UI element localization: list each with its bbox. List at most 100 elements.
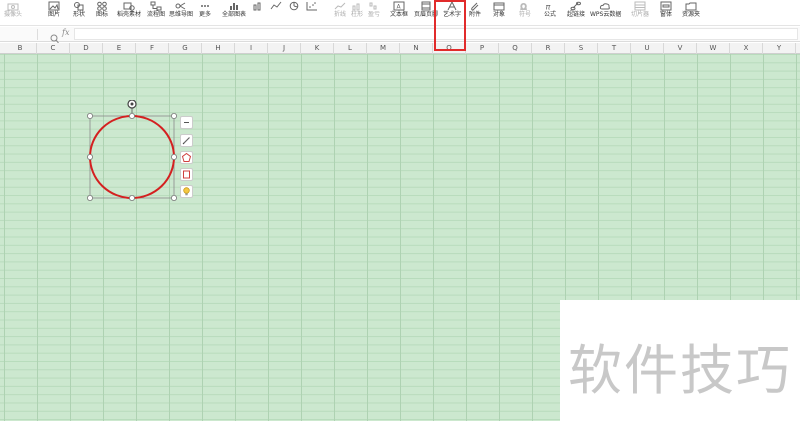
- column-header-v[interactable]: V: [664, 43, 697, 54]
- column-header-h[interactable]: H: [202, 43, 235, 54]
- shape-style-icon[interactable]: [180, 151, 193, 164]
- ribbon-label: 盈亏: [367, 11, 380, 18]
- all-charts-button[interactable]: 全部图表: [220, 0, 248, 25]
- camera-icon: [7, 1, 19, 11]
- hyperlink-icon: [570, 1, 582, 11]
- material-icon: [123, 1, 135, 11]
- ribbon-label: 对象: [492, 11, 505, 18]
- scatter-chart-icon: [306, 1, 318, 11]
- resize-handle-tr[interactable]: [171, 113, 178, 119]
- icons-icon: [96, 1, 108, 11]
- column-chart-button[interactable]: [250, 0, 266, 25]
- resource-button[interactable]: 资源夹: [680, 0, 702, 25]
- column-header-t[interactable]: T: [598, 43, 631, 54]
- pie-chart-button[interactable]: [286, 0, 302, 25]
- column-header-x[interactable]: X: [730, 43, 763, 54]
- ellipse-shape[interactable]: [87, 100, 178, 202]
- column-header-e[interactable]: E: [103, 43, 136, 54]
- resize-handle-r[interactable]: [171, 154, 178, 161]
- svg-text:A: A: [397, 4, 402, 11]
- column-header-n[interactable]: N: [400, 43, 433, 54]
- column-header-w[interactable]: W: [697, 43, 730, 54]
- flowchart-icon: [150, 1, 162, 11]
- column-header-q[interactable]: Q: [499, 43, 532, 54]
- formula-button[interactable]: π 公式: [540, 0, 560, 25]
- ribbon-label: 切片器: [630, 11, 649, 18]
- hyperlink-button[interactable]: 超链接: [566, 0, 586, 25]
- ribbon-label: 柱形: [350, 11, 363, 18]
- column-header-j[interactable]: J: [268, 43, 301, 54]
- column-header-c[interactable]: C: [37, 43, 70, 54]
- cloud-data-button[interactable]: WPS云数据: [590, 0, 622, 25]
- form-button[interactable]: 窗体: [656, 0, 676, 25]
- resize-handle-tl[interactable]: [87, 113, 93, 119]
- image-button[interactable]: 图片: [44, 0, 64, 25]
- cloud-data-icon: [599, 1, 611, 11]
- column-header-f[interactable]: F: [136, 43, 169, 54]
- resize-handle-l[interactable]: [87, 154, 93, 161]
- sparkline-column-icon: [351, 1, 363, 11]
- column-header-k[interactable]: K: [301, 43, 334, 54]
- lightbulb-icon[interactable]: [180, 185, 193, 198]
- resize-handle-b[interactable]: [129, 195, 136, 202]
- watermark-panel: 软件技巧: [560, 300, 800, 421]
- column-header-u[interactable]: U: [631, 43, 664, 54]
- line-chart-button[interactable]: [268, 0, 284, 25]
- resize-handle-br[interactable]: [171, 195, 178, 202]
- slicer-icon: [634, 1, 646, 11]
- column-header-b[interactable]: B: [4, 43, 37, 54]
- ribbon-label: 公式: [543, 11, 556, 18]
- sparkline-column-button[interactable]: 柱形: [350, 0, 364, 25]
- column-header-l[interactable]: L: [334, 43, 367, 54]
- textbox-button[interactable]: A 文本框: [388, 0, 410, 25]
- ribbon-label: 折线: [333, 11, 346, 18]
- column-header-y[interactable]: Y: [763, 43, 796, 54]
- column-header-g[interactable]: G: [169, 43, 202, 54]
- mindmap-button[interactable]: 思维导图: [168, 0, 194, 25]
- material-button[interactable]: 稻壳素材: [116, 0, 142, 25]
- image-icon: [48, 1, 60, 11]
- resource-icon: [685, 1, 697, 11]
- icons-button[interactable]: 图标: [92, 0, 112, 25]
- ribbon-label: WPS云数据: [590, 11, 622, 18]
- collapse-icon[interactable]: [180, 116, 193, 129]
- svg-text:Ω: Ω: [521, 3, 527, 12]
- zoom-icon[interactable]: [50, 29, 59, 44]
- formula-icon: π: [544, 1, 556, 12]
- column-header-s[interactable]: S: [565, 43, 598, 54]
- slicer-button[interactable]: 切片器: [630, 0, 650, 25]
- resize-handle-t[interactable]: [129, 113, 136, 119]
- column-header-p[interactable]: P: [466, 43, 499, 54]
- wordart-highlight-box: [434, 0, 466, 51]
- outline-icon[interactable]: [180, 168, 193, 181]
- column-header-i[interactable]: I: [235, 43, 268, 54]
- resize-handle-bl[interactable]: [87, 195, 93, 202]
- flowchart-button[interactable]: 流程图: [146, 0, 166, 25]
- column-header-r[interactable]: R: [532, 43, 565, 54]
- symbol-button[interactable]: Ω 符号: [516, 0, 534, 25]
- fx-icon[interactable]: fx: [62, 28, 69, 37]
- rotate-handle[interactable]: [127, 100, 137, 109]
- all-charts-icon: [228, 1, 240, 11]
- ribbon-label: 流程图: [146, 11, 165, 18]
- camera-button[interactable]: 摄像头: [0, 0, 26, 25]
- column-header-m[interactable]: M: [367, 43, 400, 54]
- scatter-chart-button[interactable]: [304, 0, 320, 25]
- sparkline-line-button[interactable]: 折线: [332, 0, 348, 25]
- ribbon-label: 稻壳素材: [116, 11, 141, 18]
- more-button[interactable]: 更多: [196, 0, 214, 25]
- ellipse-shape-svg: [87, 100, 178, 202]
- formula-bar: fx: [0, 27, 800, 44]
- symbol-icon: Ω: [519, 1, 531, 11]
- sparkline-winloss-button[interactable]: 盈亏: [366, 0, 382, 25]
- pen-icon[interactable]: [180, 134, 193, 147]
- ribbon-label: 符号: [518, 11, 531, 18]
- shapes-button[interactable]: 形状: [68, 0, 90, 25]
- ribbon-label: 文本框: [389, 11, 408, 18]
- column-header-d[interactable]: D: [70, 43, 103, 54]
- object-icon: [493, 1, 505, 11]
- ribbon-label: 超链接: [566, 11, 585, 18]
- attachment-button[interactable]: 附件: [466, 0, 484, 25]
- object-button[interactable]: 对象: [487, 0, 511, 25]
- name-box[interactable]: [0, 29, 38, 40]
